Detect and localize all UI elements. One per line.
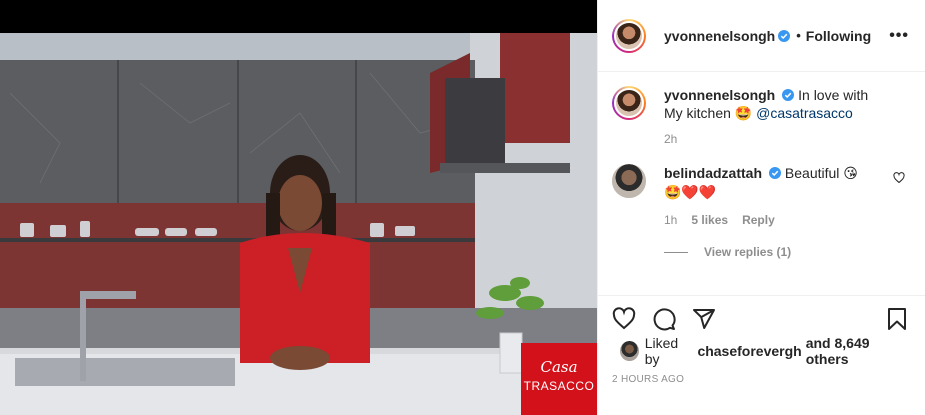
comment-emoji: 😘 (843, 166, 858, 182)
liked-by-others[interactable]: and 8,649 others (806, 335, 909, 367)
liked-by-row: Liked by chaseforevergh and 8,649 others (598, 335, 925, 367)
post-header: yvonnenelsongh • Following ••• (598, 0, 925, 72)
comments-section: yvonnenelsongh In love with My kitchen 🤩… (598, 72, 925, 296)
caption-time[interactable]: 2h (664, 132, 677, 146)
verified-icon (782, 89, 795, 101)
liked-by-prefix: Liked by (644, 335, 679, 367)
caption-emoji: 🤩 (734, 106, 753, 122)
caption-mention-link[interactable]: @casatrasacco (756, 105, 853, 121)
post-media[interactable]: Casa TRASACCO (0, 0, 597, 415)
caption-username[interactable]: yvonnenelsongh (664, 87, 775, 103)
brand-logo-line2: TRASACCO (523, 379, 595, 393)
more-icon[interactable]: ••• (889, 27, 909, 45)
share-icon[interactable] (692, 307, 716, 331)
heart-icon[interactable] (612, 307, 636, 331)
post-side-panel: yvonnenelsongh • Following ••• yvonnenel… (597, 0, 925, 415)
comment-item: belindadzattah Beautiful 😘 🤩❤️❤️ (612, 164, 909, 202)
comment-reply-button[interactable]: Reply (742, 213, 775, 227)
comment-meta: 1h 5 likes Reply (664, 213, 909, 227)
author-avatar[interactable] (612, 18, 646, 53)
brand-logo-badge: Casa TRASACCO (521, 343, 597, 415)
comment-text: Beautiful (784, 165, 840, 181)
author-username[interactable]: yvonnenelsongh (664, 28, 775, 44)
comment-emoji-line2: 🤩❤️❤️ (664, 185, 717, 201)
brand-logo-line1: Casa (540, 358, 578, 376)
view-replies-label: View replies (1) (704, 245, 792, 259)
comment-time[interactable]: 1h (664, 213, 677, 227)
caption-author-avatar[interactable] (612, 86, 646, 120)
commenter-username[interactable]: belindadzattah (664, 165, 762, 181)
commenter-avatar[interactable] (612, 164, 646, 198)
like-comment-heart-icon[interactable] (893, 172, 905, 184)
liker-avatar[interactable] (620, 341, 639, 361)
caption: yvonnenelsongh In love with My kitchen 🤩… (612, 86, 909, 123)
view-replies-button[interactable]: View replies (1) (664, 245, 909, 259)
caption-meta: 2h (664, 132, 909, 146)
post-photo (0, 33, 597, 415)
comment-likes-count[interactable]: 5 likes (691, 213, 728, 227)
header-separator: • (796, 28, 801, 43)
bookmark-icon[interactable] (885, 307, 909, 331)
replies-divider (664, 251, 688, 253)
comment-icon[interactable] (652, 307, 676, 331)
verified-icon (769, 167, 782, 179)
verified-icon (778, 29, 791, 42)
following-button[interactable]: Following (806, 28, 871, 44)
liked-by-user[interactable]: chaseforevergh (697, 343, 801, 359)
